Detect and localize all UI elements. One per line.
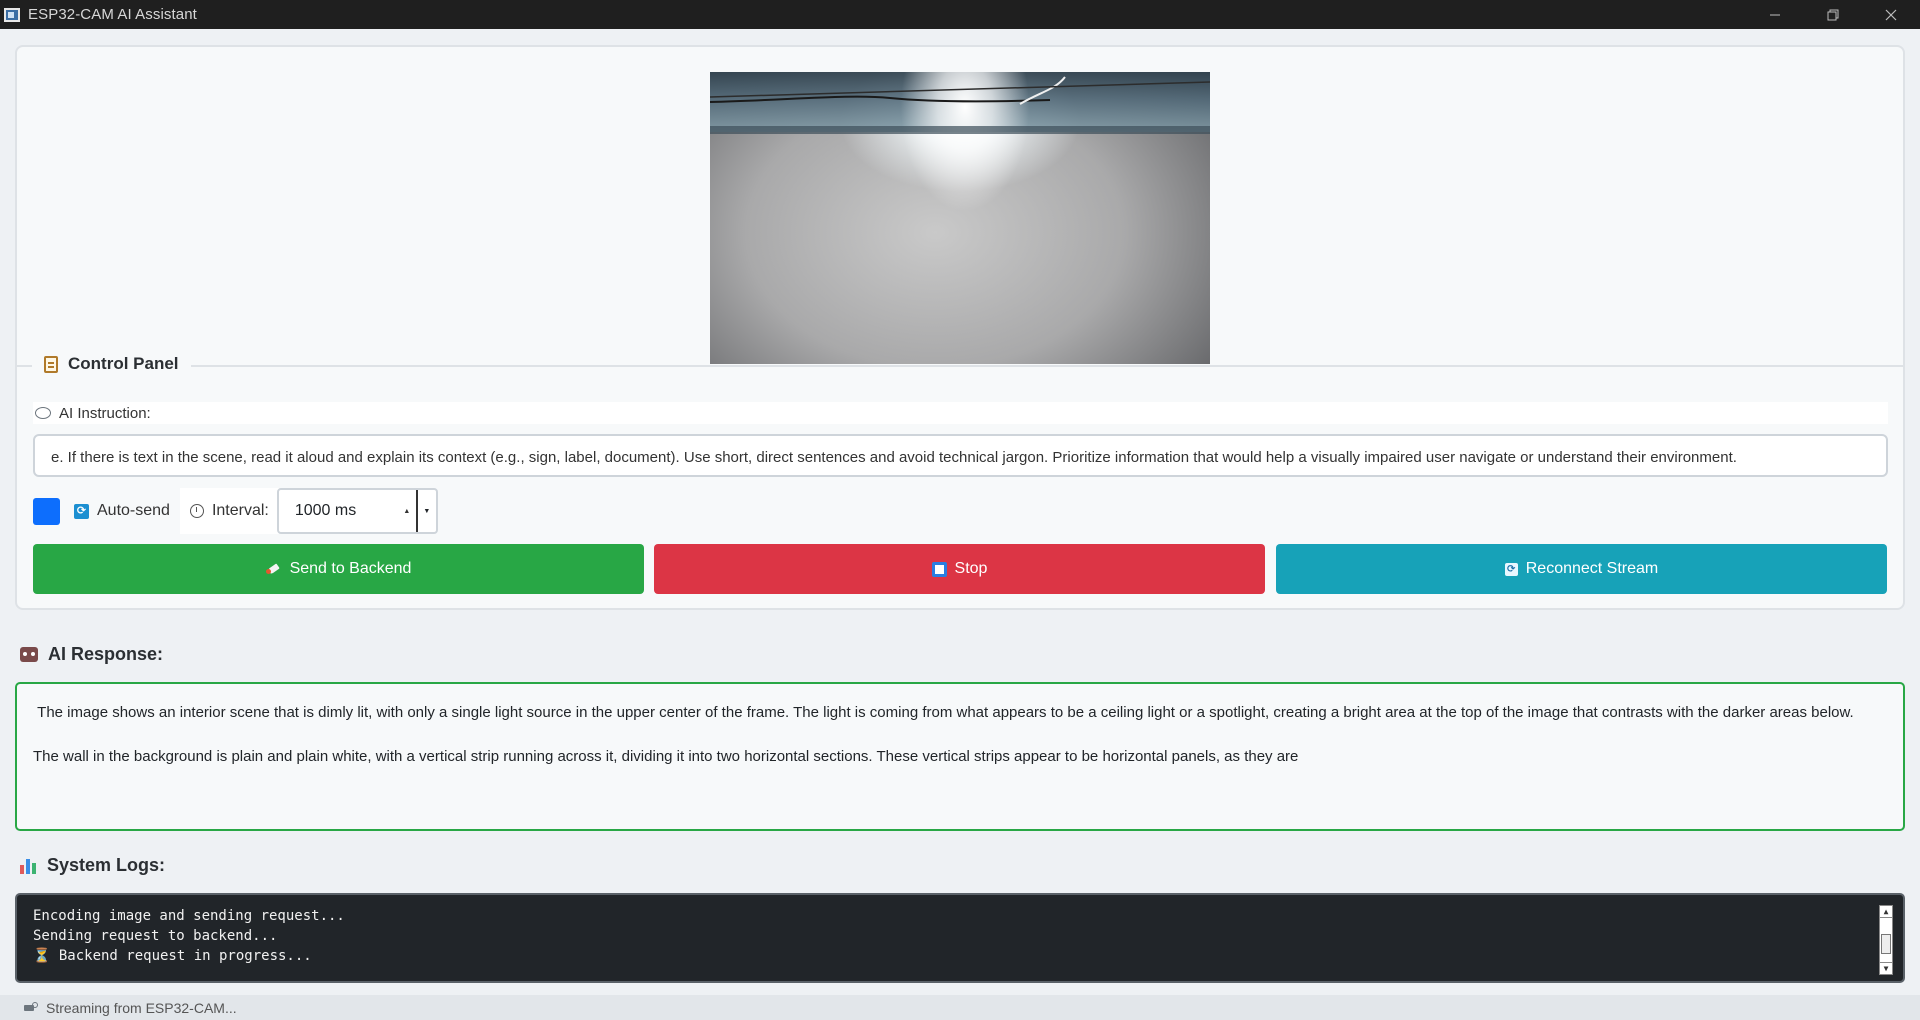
status-text: Streaming from ESP32-CAM...	[46, 999, 237, 1016]
stop-button-label: Stop	[954, 560, 988, 577]
log-scrollbar[interactable]: ▲ ▼	[1879, 905, 1893, 975]
options-row: ⟳ Auto-send Interval: 1000 ms ▲ ▼	[33, 488, 438, 534]
auto-send-label: Auto-send	[97, 502, 170, 519]
reconnect-stream-button[interactable]: ⟳ Reconnect Stream	[1276, 544, 1887, 594]
refresh-icon: ⟳	[74, 503, 89, 519]
close-icon	[1885, 9, 1897, 20]
log-line: Encoding image and sending request...	[33, 908, 345, 924]
scroll-up-icon[interactable]: ▲	[1880, 906, 1892, 918]
ai-response-paragraph: The wall in the background is plain and …	[33, 748, 1299, 765]
interval-value[interactable]: 1000 ms	[279, 502, 398, 520]
system-logs-box[interactable]: Encoding image and sending request... Se…	[15, 893, 1905, 983]
interval-spinbox[interactable]: 1000 ms ▲ ▼	[276, 488, 438, 534]
ai-response-heading: AI Response:	[20, 644, 163, 665]
reconnect-icon: ⟳	[1504, 562, 1518, 576]
control-panel-title: Control Panel	[68, 354, 179, 373]
minimize-icon	[1770, 14, 1780, 15]
interval-label-chip: Interval:	[179, 488, 279, 534]
restore-button[interactable]	[1804, 0, 1862, 29]
scroll-down-icon[interactable]: ▼	[1880, 962, 1892, 974]
ai-response-title: AI Response:	[48, 644, 164, 664]
reconnect-button-label: Reconnect Stream	[1525, 560, 1659, 577]
stop-icon	[931, 561, 947, 577]
ai-response-paragraph: The image shows an interior scene that i…	[33, 704, 1854, 721]
satellite-icon	[24, 1001, 38, 1014]
ai-instruction-label: AI Instruction:	[33, 402, 1888, 424]
stopwatch-icon	[189, 504, 204, 518]
auto-send-checkbox[interactable]	[33, 497, 60, 525]
restore-icon	[1827, 9, 1839, 20]
log-line: Sending request to backend...	[33, 928, 278, 944]
robot-icon	[20, 647, 38, 662]
speech-bubble-icon	[35, 407, 51, 419]
system-logs-heading: System Logs:	[20, 855, 165, 876]
rocket-icon	[265, 563, 282, 575]
log-line: ⏳ Backend request in progress...	[33, 948, 312, 964]
send-button-label: Send to Backend	[289, 560, 412, 577]
ai-instruction-input[interactable]: e. If there is text in the scene, read i…	[33, 434, 1888, 477]
control-panel-legend: Control Panel	[32, 354, 191, 374]
ceiling-wires	[710, 76, 1210, 134]
system-logs-title: System Logs:	[47, 855, 166, 875]
bar-chart-icon	[20, 858, 37, 874]
spin-down-icon[interactable]: ▼	[415, 490, 436, 532]
control-panel-border	[15, 365, 1905, 367]
minimize-button[interactable]	[1746, 0, 1804, 29]
ai-instruction-label-text: AI Instruction:	[59, 404, 151, 422]
scroll-thumb[interactable]	[1881, 934, 1891, 954]
status-bar: Streaming from ESP32-CAM...	[0, 995, 1920, 1020]
spin-arrows[interactable]: ▲	[398, 490, 416, 532]
close-button[interactable]	[1862, 0, 1920, 29]
app-icon	[4, 7, 20, 22]
clipboard-icon	[44, 355, 58, 373]
send-to-backend-button[interactable]: Send to Backend	[33, 544, 644, 594]
spin-up-icon[interactable]: ▲	[403, 508, 410, 515]
title-bar: ESP32-CAM AI Assistant	[0, 0, 1920, 29]
window-title: ESP32-CAM AI Assistant	[28, 6, 197, 23]
camera-stream-view	[710, 72, 1210, 364]
interval-label: Interval:	[211, 502, 269, 519]
ai-response-box[interactable]: The image shows an interior scene that i…	[15, 682, 1905, 831]
stop-button[interactable]: Stop	[654, 544, 1265, 594]
